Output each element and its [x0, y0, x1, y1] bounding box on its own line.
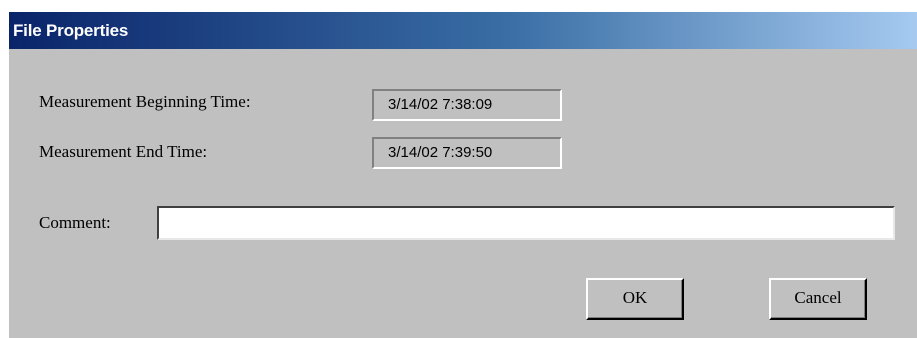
file-properties-dialog: File Properties Measurement Beginning Ti…	[8, 12, 917, 338]
comment-input[interactable]	[157, 206, 895, 240]
measurement-beginning-time-value: 3/14/02 7:38:09	[372, 89, 562, 121]
measurement-beginning-time-label: Measurement Beginning Time:	[39, 92, 251, 111]
title-bar[interactable]: File Properties	[9, 12, 917, 49]
window-title: File Properties	[13, 21, 129, 40]
ok-button[interactable]: OK	[586, 278, 684, 320]
measurement-end-time-value: 3/14/02 7:39:50	[372, 137, 562, 169]
cancel-button[interactable]: Cancel	[769, 278, 867, 320]
comment-label: Comment:	[39, 213, 111, 232]
measurement-end-time-label: Measurement End Time:	[39, 142, 208, 161]
